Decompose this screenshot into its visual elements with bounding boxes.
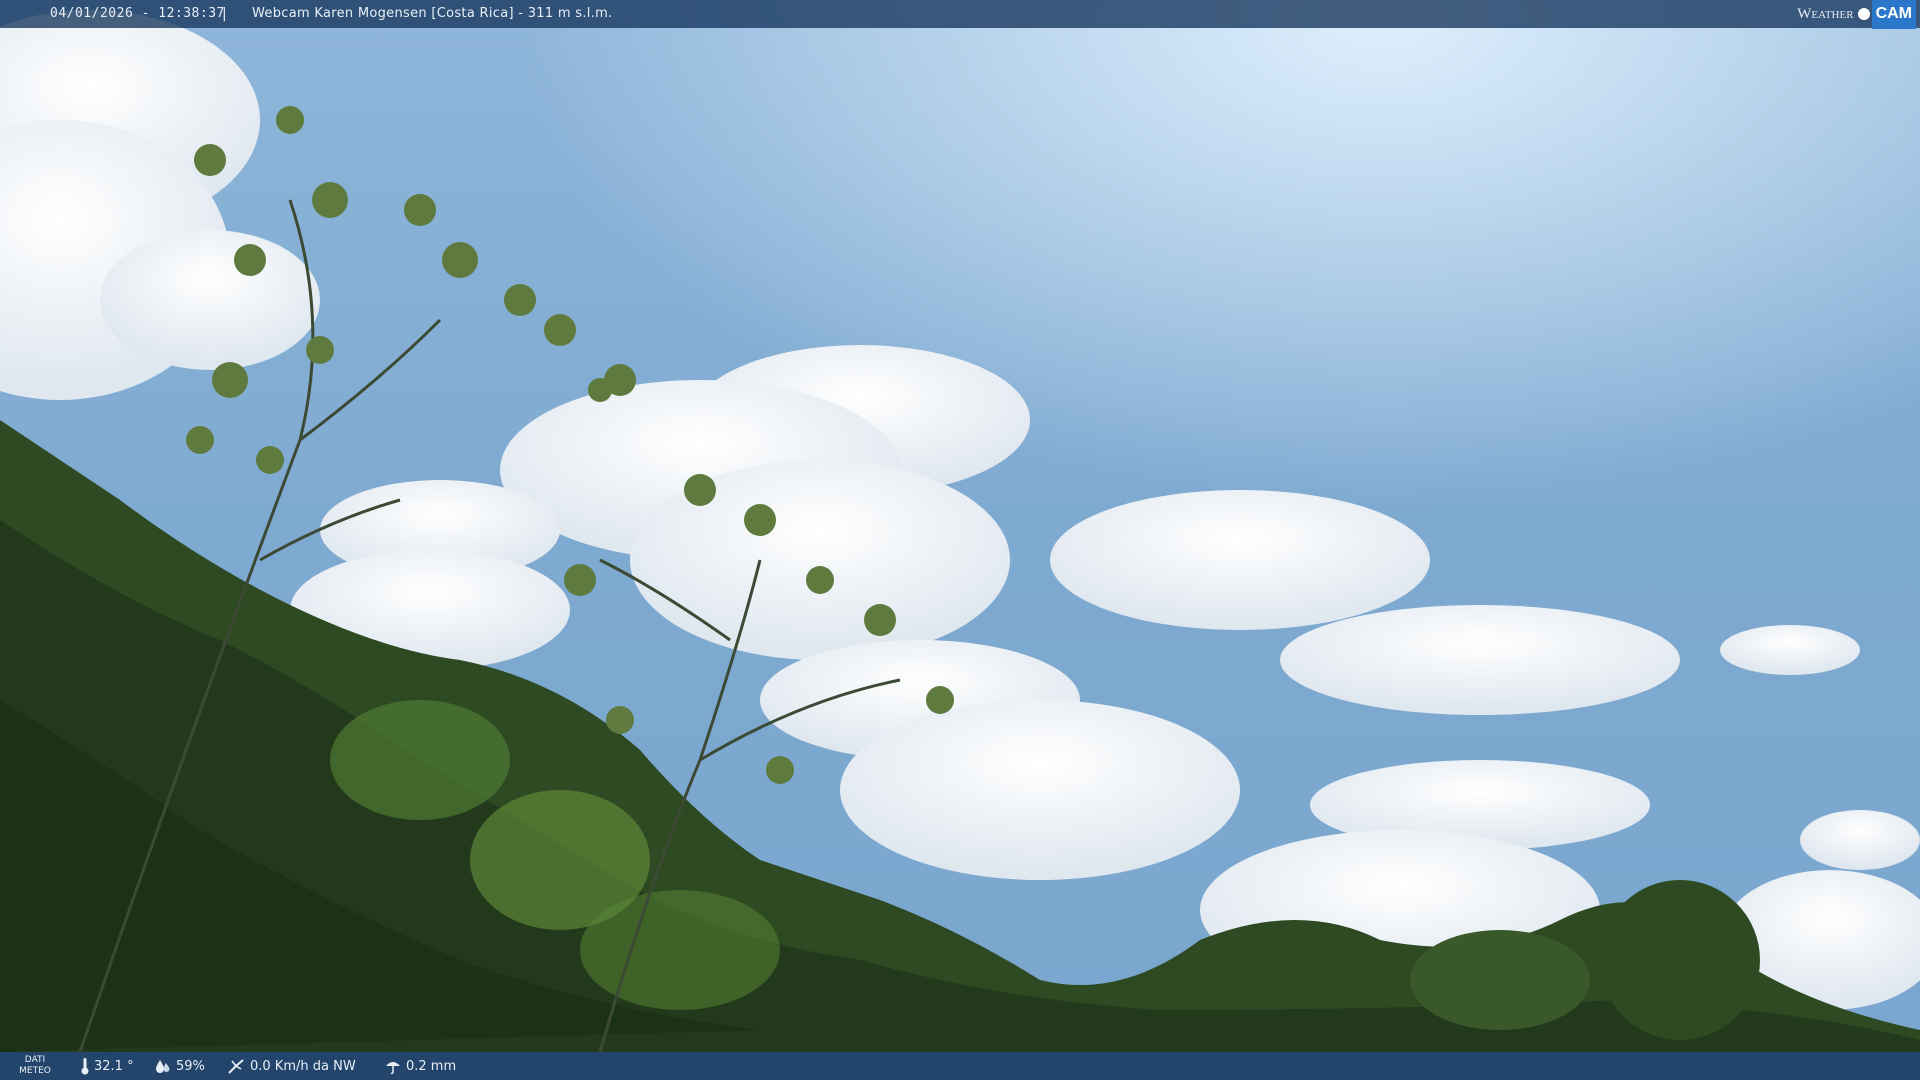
meteo-bar: DATI METEO 32.1 ° 59% 0.0 Km/h da NW 0.2… bbox=[0, 1052, 1920, 1080]
webcam-title: Webcam Karen Mogensen [Costa Rica] - 311… bbox=[252, 6, 613, 21]
webcam-scene bbox=[0, 0, 1920, 1080]
rain-icon bbox=[386, 1062, 400, 1074]
wind-icon bbox=[228, 1059, 244, 1074]
top-info-bar: 04/01/2026 - 12:38:37 | Webcam Karen Mog… bbox=[0, 0, 1920, 29]
temperature-reading: 32.1 ° bbox=[80, 1052, 134, 1080]
wind-value: 0.0 Km/h da NW bbox=[250, 1058, 356, 1074]
logo-dot-icon bbox=[1857, 8, 1870, 20]
rain-reading: 0.2 mm bbox=[384, 1052, 456, 1080]
thermometer-icon bbox=[81, 1058, 89, 1075]
meteo-label: DATI METEO bbox=[14, 1055, 56, 1077]
meteo-label-line2: METEO bbox=[19, 1066, 51, 1076]
rain-value: 0.2 mm bbox=[406, 1058, 457, 1074]
logo-weather-text: Weather bbox=[1797, 6, 1854, 22]
humidity-icon bbox=[156, 1060, 170, 1073]
humidity-reading: 59% bbox=[154, 1052, 205, 1080]
temperature-value: 32.1 ° bbox=[94, 1058, 134, 1074]
logo-cam-text: CAM bbox=[1871, 0, 1916, 29]
meteo-label-line1: DATI bbox=[24, 1055, 46, 1065]
humidity-value: 59% bbox=[176, 1058, 205, 1074]
timestamp: 04/01/2026 - 12:38:37 bbox=[50, 6, 225, 21]
wind-reading: 0.0 Km/h da NW bbox=[226, 1052, 356, 1080]
title-separator: | bbox=[222, 6, 227, 22]
weathercam-logo: Weather CAM bbox=[1797, 0, 1916, 29]
